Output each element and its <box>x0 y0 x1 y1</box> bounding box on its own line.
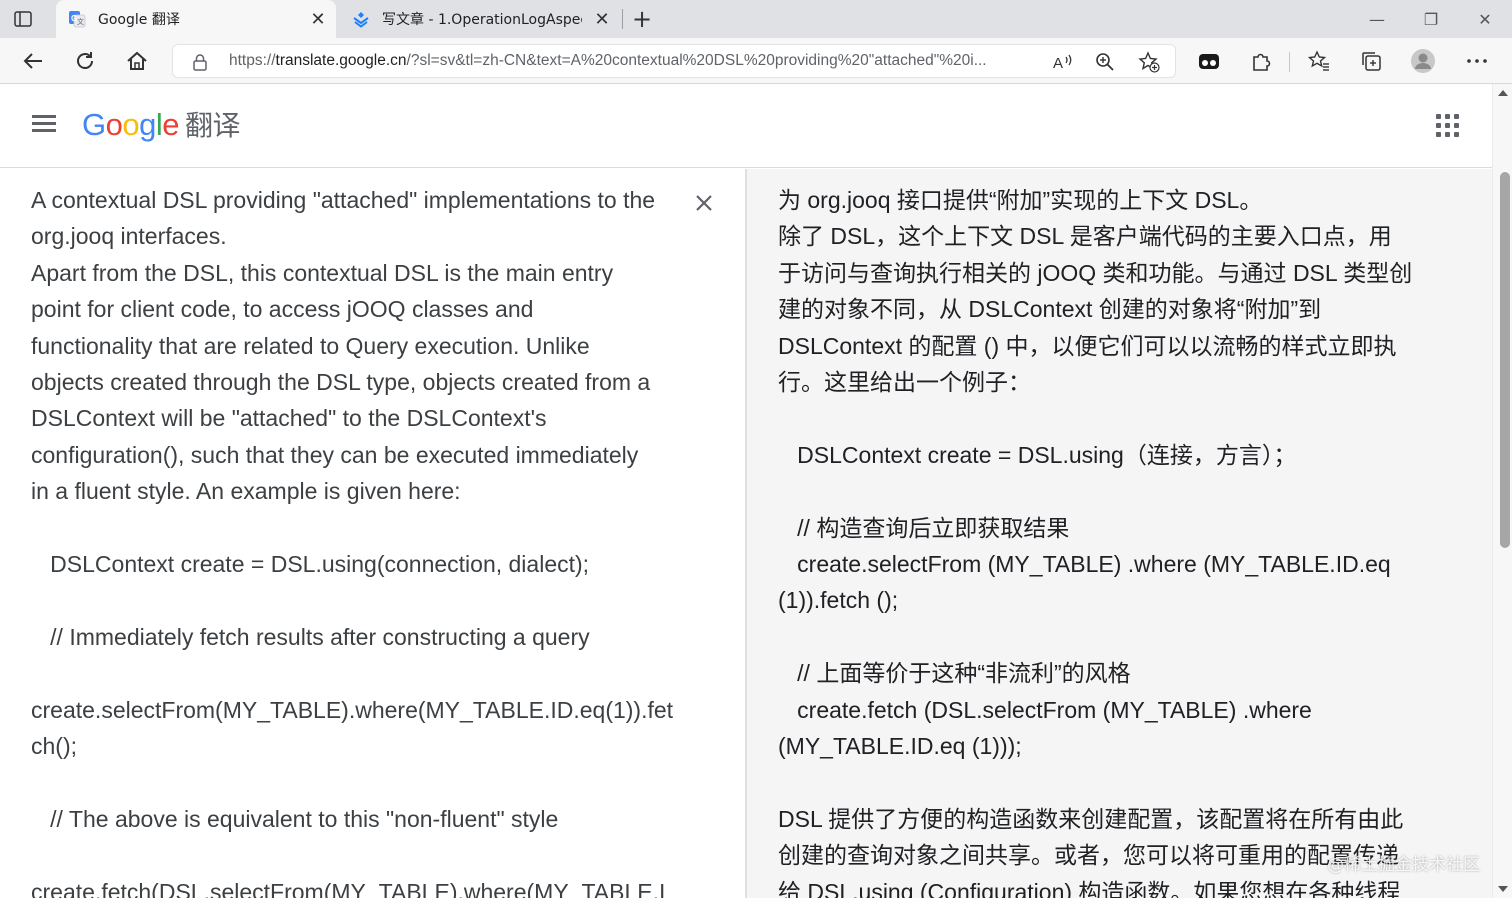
extensions-puzzle-icon[interactable] <box>1246 46 1276 76</box>
address-bar[interactable]: https://translate.google.cn/?sl=sv&tl=zh… <box>172 44 1176 78</box>
refresh-icon[interactable] <box>70 46 100 76</box>
url-text[interactable]: https://translate.google.cn/?sl=sv&tl=zh… <box>229 52 1039 70</box>
back-arrow-icon[interactable] <box>18 46 48 76</box>
url-host: translate.google.cn <box>275 52 407 69</box>
zoom-icon[interactable] <box>1093 50 1117 74</box>
add-favorite-icon[interactable] <box>1137 50 1161 74</box>
product-name: 翻译 <box>185 109 241 142</box>
google-apps-icon[interactable] <box>1436 114 1460 138</box>
clear-source-icon[interactable] <box>690 189 718 217</box>
url-path: /?sl=sv&tl=zh-CN&text=A%20contextual%20D… <box>406 52 987 69</box>
logo-letter: G <box>82 107 106 142</box>
more-options-icon[interactable] <box>1462 46 1492 76</box>
scrollbar-thumb[interactable] <box>1500 172 1510 548</box>
translate-header: Google 翻译 <box>0 84 1492 168</box>
logo-letter: e <box>162 107 180 142</box>
home-icon[interactable] <box>122 46 152 76</box>
browser-toolbar: https://translate.google.cn/?sl=sv&tl=zh… <box>0 38 1512 84</box>
close-window-button[interactable]: ✕ <box>1458 0 1512 38</box>
scroll-down-arrow-icon[interactable] <box>1498 886 1508 892</box>
watermark: @稀土掘金技术社区 <box>1327 855 1480 875</box>
juejin-icon <box>352 10 370 28</box>
tab-close-button[interactable]: ✕ <box>592 9 612 30</box>
page-scrollbar[interactable] <box>1492 84 1512 898</box>
tab-hover-extension-icon[interactable] <box>1194 46 1224 76</box>
svg-text:A: A <box>1053 55 1063 71</box>
new-tab-button[interactable]: + <box>628 5 656 33</box>
logo-letter: g <box>139 107 156 142</box>
scroll-up-arrow-icon[interactable] <box>1498 90 1508 96</box>
source-text-input[interactable]: A contextual DSL providing "attached" im… <box>31 182 681 898</box>
tab-juejin-editor[interactable]: 写文章 - 1.OperationLogAspect( ✕ <box>340 0 620 38</box>
profile-avatar[interactable] <box>1408 46 1438 76</box>
google-translate-logo[interactable]: Google 翻译 <box>82 104 241 144</box>
minimize-button[interactable]: — <box>1350 0 1404 38</box>
tab-title: 写文章 - 1.OperationLogAspect( <box>382 12 582 28</box>
tab-actions-icon[interactable] <box>12 8 34 30</box>
google-translate-icon: G文 <box>68 10 86 28</box>
tab-google-translate[interactable]: G文 Google 翻译 ✕ <box>56 0 336 38</box>
translation-panel: 为 org.jooq 接口提供“附加”实现的上下文 DSL。 除了 DSL，这个… <box>747 169 1492 898</box>
main-menu-icon[interactable] <box>32 112 62 138</box>
logo-letter: o <box>105 107 123 142</box>
tab-title: Google 翻译 <box>98 12 180 28</box>
read-aloud-icon[interactable]: A <box>1051 50 1075 74</box>
collections-icon[interactable] <box>1356 46 1386 76</box>
favorites-icon[interactable] <box>1304 46 1334 76</box>
lock-icon[interactable] <box>191 53 209 71</box>
svg-text:文: 文 <box>77 17 84 26</box>
tab-separator <box>622 9 623 29</box>
window-controls: — ❐ ✕ <box>1350 0 1512 38</box>
url-prefix: https:// <box>229 52 276 69</box>
source-panel: A contextual DSL providing "attached" im… <box>0 169 746 898</box>
translation-output: 为 org.jooq 接口提供“附加”实现的上下文 DSL。 除了 DSL，这个… <box>778 187 1413 898</box>
tab-close-button[interactable]: ✕ <box>308 9 328 30</box>
toolbar-separator <box>1289 52 1290 72</box>
restore-button[interactable]: ❐ <box>1404 0 1458 38</box>
browser-tab-strip: G文 Google 翻译 ✕ 写文章 - 1.OperationLogAspec… <box>0 0 1512 38</box>
logo-letter: o <box>122 107 140 142</box>
